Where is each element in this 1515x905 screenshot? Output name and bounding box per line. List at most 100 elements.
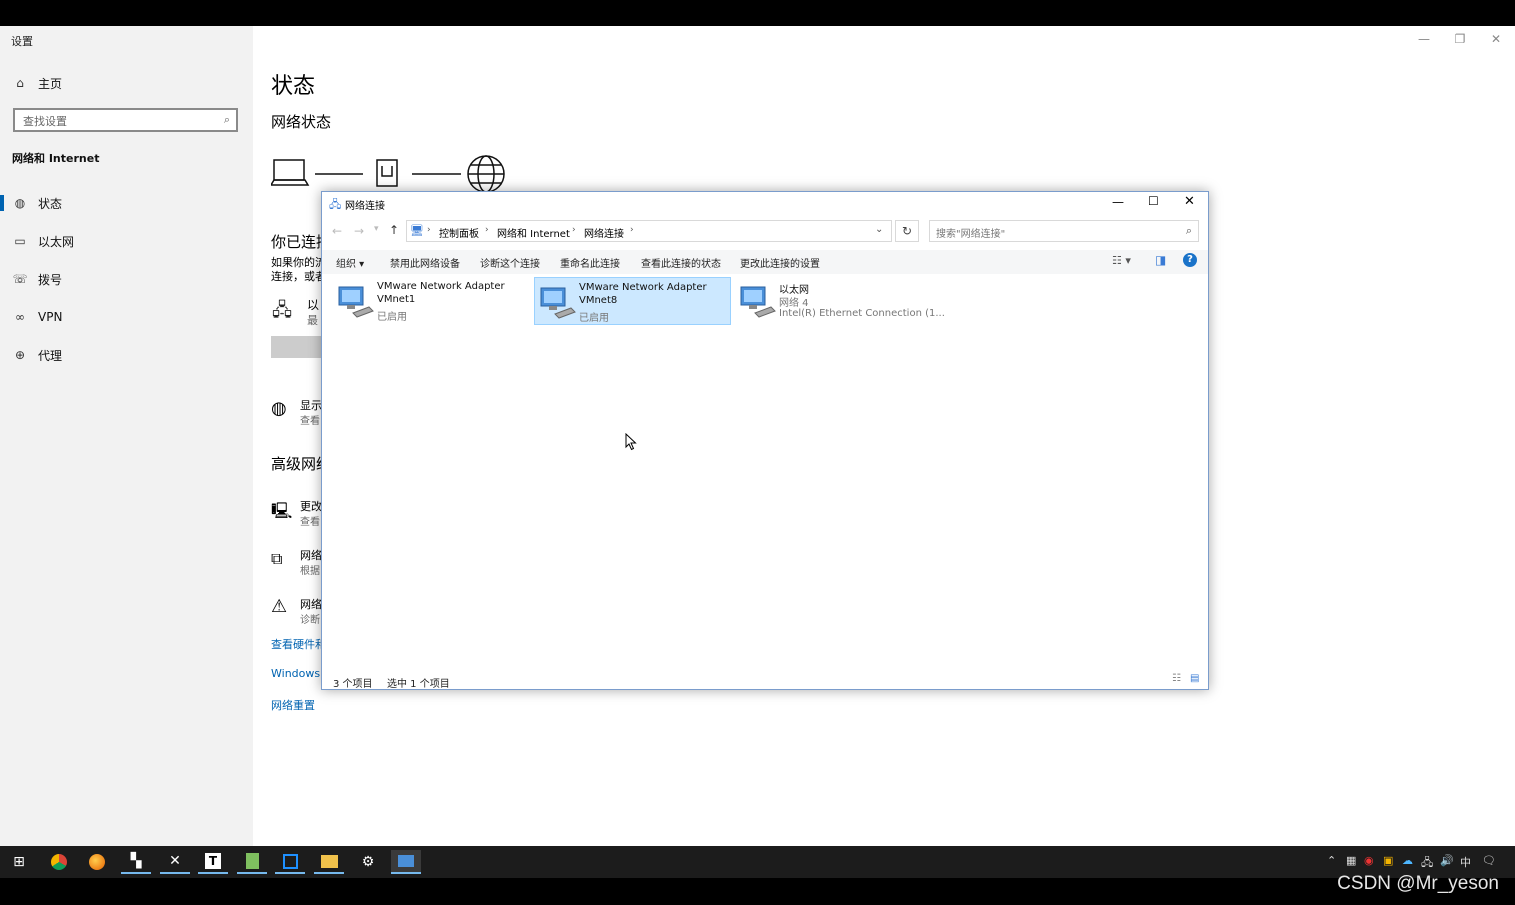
sidebar-item-label: 拨号 bbox=[38, 272, 63, 287]
adv-item-title[interactable]: 更改 bbox=[300, 498, 322, 514]
nc-search-input[interactable]: 搜索"网络连接" ⌕ bbox=[929, 220, 1199, 242]
notepad-icon[interactable] bbox=[237, 850, 267, 874]
ethernet-connection-icon: 🖧 bbox=[272, 300, 293, 321]
command-bar: 组织 ▾ 禁用此网络设备 诊断这个连接 重命名此连接 查看此连接的状态 更改此连… bbox=[322, 250, 1208, 274]
sidebar-item-home[interactable]: ⌂ 主页 bbox=[0, 68, 253, 98]
settings-gear-icon[interactable]: ⚙ bbox=[353, 850, 383, 874]
list-item[interactable]: 以太网 网络 4 Intel(R) Ethernet Connection (1… bbox=[735, 277, 965, 325]
show-available-sub: 查看 bbox=[300, 416, 320, 427]
tray-record-icon[interactable]: ◉ bbox=[1364, 854, 1374, 867]
taskbar: ⊞ ▚ ✕ T ⚙ ⌃ ▦ ◉ ▣ ☁ 🖧 🔊 中 🗨 bbox=[0, 846, 1515, 878]
status-selected-count: 选中 1 个项目 bbox=[387, 679, 450, 690]
control-panel-icon: 🖥 bbox=[410, 224, 424, 237]
vscode-icon[interactable] bbox=[275, 850, 305, 874]
search-icon: ⌕ bbox=[223, 113, 230, 126]
organize-button[interactable]: 组织 ▾ bbox=[336, 255, 364, 270]
firefox-icon[interactable] bbox=[82, 850, 112, 874]
restore-button[interactable]: ❐ bbox=[1450, 31, 1470, 47]
view-status-button[interactable]: 查看此连接的状态 bbox=[641, 255, 721, 270]
breadcrumb-separator: › bbox=[630, 225, 634, 235]
vpn-icon: ∞ bbox=[15, 310, 25, 324]
adv-item-sub: 查看 bbox=[300, 517, 320, 528]
nc-window-title: 网络连接 bbox=[345, 201, 385, 212]
terminal-icon[interactable]: ▚ bbox=[121, 850, 151, 874]
tray-app-icon[interactable]: ▦ bbox=[1346, 854, 1356, 867]
adapter-network: VMnet8 bbox=[579, 295, 618, 306]
rename-button[interactable]: 重命名此连接 bbox=[560, 255, 620, 270]
close-button[interactable]: ✕ bbox=[1184, 194, 1195, 209]
network-reset-link[interactable]: 网络重置 bbox=[271, 697, 315, 713]
settings-window-title: 设置 bbox=[11, 35, 33, 48]
adapter-status: 已启用 bbox=[377, 312, 407, 323]
refresh-button[interactable]: ↻ bbox=[895, 220, 919, 242]
diagnose-button[interactable]: 诊断这个连接 bbox=[480, 255, 540, 270]
change-settings-button[interactable]: 更改此连接的设置 bbox=[740, 255, 820, 270]
up-arrow-icon[interactable]: ↑ bbox=[389, 223, 399, 237]
forward-arrow-icon[interactable]: → bbox=[354, 224, 364, 238]
chrome-icon[interactable] bbox=[44, 850, 74, 874]
tiles-view-icon[interactable]: ▤ bbox=[1190, 673, 1199, 684]
show-available-title[interactable]: 显示 bbox=[300, 397, 322, 413]
minimize-button[interactable]: — bbox=[1414, 31, 1434, 47]
properties-button[interactable] bbox=[271, 336, 323, 358]
close-button[interactable]: ✕ bbox=[1486, 31, 1506, 47]
help-icon[interactable]: ? bbox=[1183, 253, 1197, 267]
typora-icon[interactable]: T bbox=[198, 850, 228, 874]
list-item[interactable]: VMware Network Adapter VMnet1 已启用 bbox=[333, 277, 530, 325]
settings-search-input[interactable]: 查找设置 ⌕ bbox=[13, 108, 238, 132]
search-icon: ⌕ bbox=[1185, 224, 1192, 237]
breadcrumb-network-internet[interactable]: 网络和 Internet bbox=[497, 225, 570, 240]
breadcrumb-control-panel[interactable]: 控制面板 bbox=[439, 225, 479, 240]
breadcrumb-separator: › bbox=[427, 225, 431, 235]
view-options-icon[interactable]: ☷ ▾ bbox=[1112, 254, 1131, 267]
list-item-selected[interactable]: VMware Network Adapter VMnet8 已启用 bbox=[534, 277, 731, 325]
adv-item-title[interactable]: 网络 bbox=[300, 547, 322, 563]
tray-overflow-icon[interactable]: ⌃ bbox=[1327, 854, 1336, 867]
adv-item-title[interactable]: 网络 bbox=[300, 596, 322, 612]
sidebar-item-label: 以太网 bbox=[38, 234, 75, 249]
hardware-properties-link[interactable]: 查看硬件和 bbox=[271, 636, 326, 652]
adapter-name: VMware Network Adapter bbox=[579, 282, 707, 293]
adapter-network: 网络 4 bbox=[779, 298, 809, 309]
file-explorer-icon[interactable] bbox=[314, 850, 344, 874]
globe-status-icon: ◍ bbox=[14, 196, 26, 210]
page-title: 状态 bbox=[271, 74, 316, 99]
xshell-icon[interactable]: ✕ bbox=[160, 850, 190, 874]
network-connections-icon[interactable] bbox=[391, 850, 421, 874]
network-connections-window: 🖧 网络连接 — ☐ ✕ ← → ▾ ↑ 🖥 › 控制面板 › 网络和 Inte… bbox=[321, 191, 1209, 690]
address-dropdown-icon[interactable]: ⌄ bbox=[875, 224, 883, 235]
show-networks-icon: ◍ bbox=[271, 398, 287, 419]
windows-start-icon[interactable]: ⊞ bbox=[4, 850, 34, 874]
sidebar-item-status[interactable]: ◍ 状态 bbox=[0, 188, 253, 218]
breadcrumb-network-connections[interactable]: 网络连接 bbox=[584, 225, 624, 240]
sidebar-item-dialup[interactable]: ☏ 拨号 bbox=[0, 264, 253, 294]
tray-cloud-icon[interactable]: ☁ bbox=[1402, 854, 1413, 867]
sidebar-item-proxy[interactable]: ⊕ 代理 bbox=[0, 340, 253, 370]
sidebar-home-label: 主页 bbox=[38, 76, 63, 91]
network-adapter-icon bbox=[540, 287, 576, 319]
tray-apps-icon[interactable]: ▣ bbox=[1383, 854, 1393, 867]
notification-icon[interactable]: 🗨 bbox=[1482, 854, 1496, 867]
disable-device-button[interactable]: 禁用此网络设备 bbox=[390, 255, 460, 270]
adv-item-sub: 诊断 bbox=[300, 615, 320, 626]
proxy-globe-icon: ⊕ bbox=[14, 348, 26, 362]
tray-network-icon[interactable]: 🖧 bbox=[1421, 854, 1433, 873]
tray-volume-icon[interactable]: 🔊 bbox=[1440, 854, 1454, 867]
back-arrow-icon[interactable]: ← bbox=[332, 224, 342, 238]
sharing-center-icon: ⧉ bbox=[271, 549, 283, 568]
ime-indicator[interactable]: 中 bbox=[1460, 854, 1471, 870]
preview-pane-icon[interactable]: ◨ bbox=[1155, 253, 1166, 267]
minimize-button[interactable]: — bbox=[1112, 195, 1124, 209]
recent-chevron-icon[interactable]: ▾ bbox=[374, 224, 379, 234]
details-view-icon[interactable]: ☷ bbox=[1172, 673, 1181, 684]
active-indicator bbox=[0, 195, 4, 211]
sidebar-item-vpn[interactable]: ∞ VPN bbox=[0, 302, 253, 332]
connected-desc-2: 连接，或者 bbox=[271, 270, 326, 283]
maximize-button[interactable]: ☐ bbox=[1148, 194, 1159, 208]
settings-sidebar: 设置 ⌂ 主页 查找设置 ⌕ 网络和 Internet ◍ 状态 ▭ 以太网 ☏… bbox=[0, 26, 253, 846]
address-bar[interactable]: 🖥 › 控制面板 › 网络和 Internet › 网络连接 › ⌄ bbox=[406, 220, 892, 242]
nc-search-placeholder: 搜索"网络连接" bbox=[936, 229, 1006, 240]
sidebar-item-ethernet[interactable]: ▭ 以太网 bbox=[0, 226, 253, 256]
adv-item-sub: 根据 bbox=[300, 566, 320, 577]
ethernet-icon: ▭ bbox=[14, 234, 26, 248]
